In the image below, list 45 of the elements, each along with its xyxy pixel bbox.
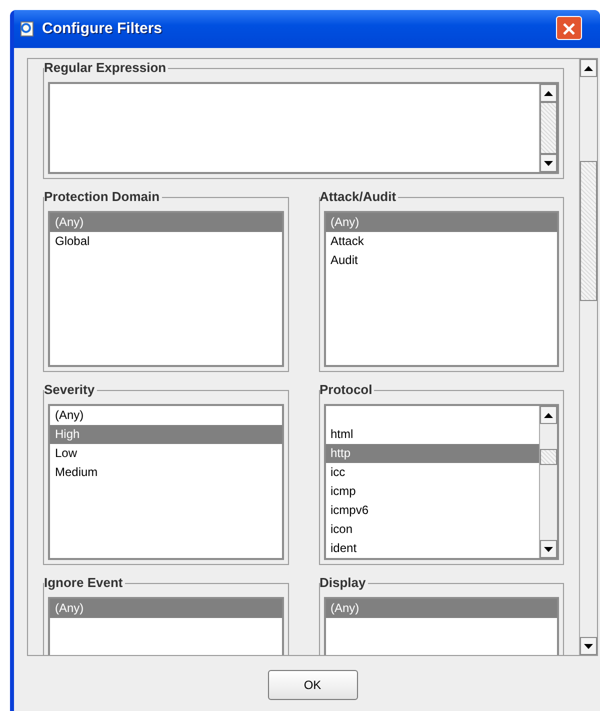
group-label: Display (320, 575, 368, 591)
up-arrow-icon (544, 412, 553, 418)
list-item[interactable]: ident (326, 539, 539, 558)
list-item[interactable]: Audit (326, 251, 557, 270)
scroll-up-button[interactable] (540, 406, 557, 424)
group-label: Severity (44, 382, 97, 398)
scrollbar[interactable] (579, 59, 597, 655)
list-item[interactable]: http (326, 444, 539, 463)
list-item[interactable]: html (326, 425, 539, 444)
list-item[interactable]: Attack (326, 232, 557, 251)
scroll-up-button[interactable] (540, 84, 557, 102)
list-item[interactable]: icc (326, 463, 539, 482)
list-item[interactable]: (Any) (326, 213, 557, 232)
scroll-down-button[interactable] (540, 540, 557, 558)
app-icon (18, 20, 36, 38)
window-title: Configure Filters (42, 18, 162, 39)
list-item[interactable]: icon (326, 520, 539, 539)
ok-button[interactable]: OK (268, 670, 358, 700)
list-item[interactable]: Medium (50, 463, 282, 482)
up-arrow-icon (544, 90, 553, 96)
scrollbar-thumb[interactable] (540, 102, 557, 154)
list-item[interactable]: Low (50, 444, 282, 463)
scrollbar[interactable] (539, 84, 557, 172)
scrollbar[interactable] (539, 406, 557, 558)
scrollbar-thumb[interactable] (580, 161, 597, 301)
scroll-up-button[interactable] (580, 59, 597, 77)
up-arrow-icon (584, 66, 593, 70)
list-item[interactable]: icmp (326, 482, 539, 501)
down-arrow-icon (544, 546, 553, 552)
list-item[interactable]: (Any) (50, 599, 282, 618)
close-button[interactable] (556, 16, 582, 40)
list-item[interactable]: (Any) (326, 599, 557, 618)
scroll-down-button[interactable] (540, 154, 557, 172)
scrollbar-thumb[interactable] (540, 449, 557, 465)
group-label: Ignore Event (44, 575, 125, 591)
down-arrow-icon (544, 160, 553, 166)
list-item[interactable]: icmpv6 (326, 501, 539, 520)
group-label: Regular Expression (44, 60, 168, 76)
list-item[interactable]: High (50, 425, 282, 444)
list-item[interactable]: (Any) (50, 213, 282, 232)
list-item[interactable]: Global (50, 232, 282, 251)
scroll-down-button[interactable] (580, 637, 597, 655)
list-item[interactable]: (Any) (50, 406, 282, 425)
down-arrow-icon (584, 644, 593, 648)
close-icon (562, 22, 576, 36)
